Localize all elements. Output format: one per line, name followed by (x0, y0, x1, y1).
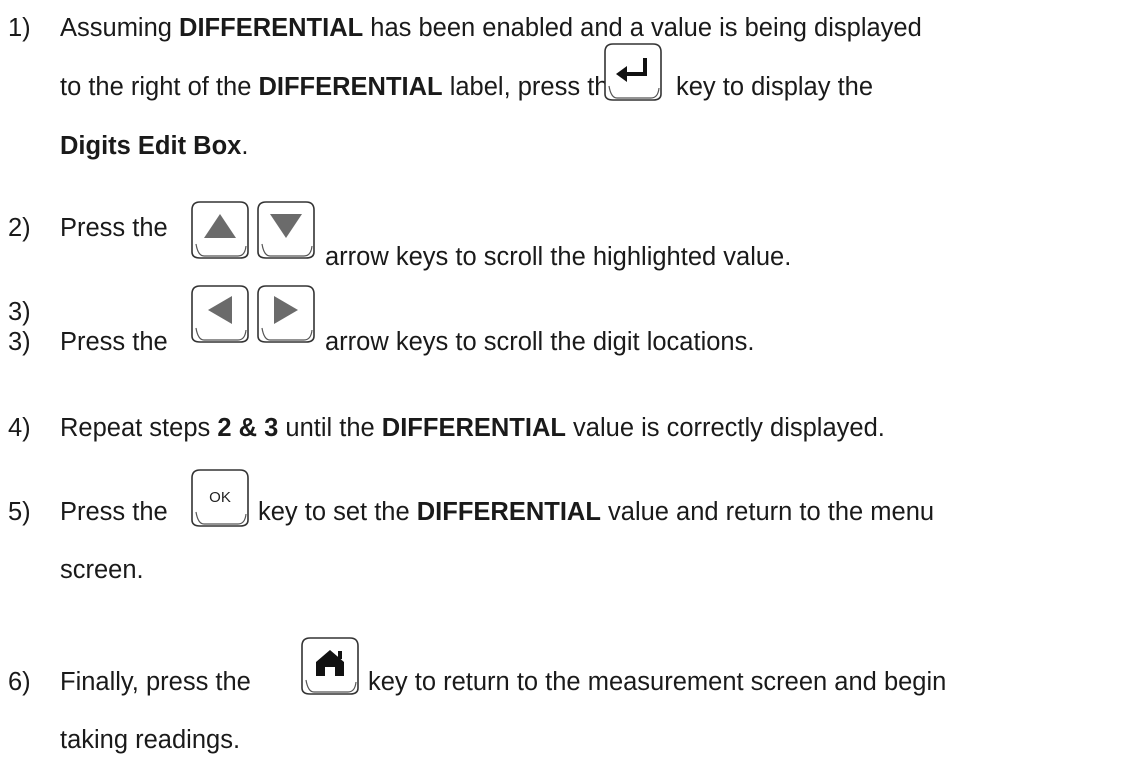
step-text-bold: Digits Edit Box (60, 132, 242, 160)
step-number: 5) (8, 498, 31, 526)
step-text: arrow keys to scroll the digit locations… (325, 328, 755, 356)
ok-key-icon: OK (190, 468, 250, 528)
step-number: 2) (8, 214, 31, 242)
step-5-text: key to set the DIFFERENTIAL value and re… (258, 497, 934, 527)
step-text-bold: DIFFERENTIAL (258, 73, 443, 101)
step-text: to the right of the (60, 73, 259, 101)
down-arrow-key-icon (256, 200, 316, 260)
step-text: Press the (60, 214, 168, 242)
step-text: taking readings. (60, 726, 241, 754)
step-1-line-3: Digits Edit Box. (60, 131, 248, 161)
step-text: value and return to the menu (600, 498, 935, 526)
step-text: until the (278, 414, 382, 442)
step-6-number: 6) (8, 667, 31, 697)
ok-key-label: OK (209, 489, 231, 506)
step-6-press: Finally, press the (60, 667, 251, 697)
step-1-line-2-end: key to display the (676, 72, 873, 102)
enter-key-icon (603, 42, 663, 102)
step-number: 6) (8, 668, 31, 696)
step-text-bold: DIFFERENTIAL (179, 14, 364, 42)
step-6-text: key to return to the measurement screen … (368, 667, 946, 697)
step-text: Finally, press the (60, 668, 251, 696)
step-text: Assuming (60, 14, 180, 42)
step-text: has been enabled and a value is being di… (363, 14, 922, 42)
step-number: 1) (8, 14, 31, 42)
left-arrow-key-icon (190, 284, 250, 344)
step-text: screen. (60, 556, 144, 584)
step-text: key to return to the measurement screen … (368, 668, 947, 696)
step-3-text: arrow keys to scroll the digit locations… (325, 327, 754, 357)
right-arrow-key-icon (256, 284, 316, 344)
home-key-icon (300, 636, 360, 696)
step-text: Repeat steps (60, 414, 218, 442)
step-number: 3) (8, 298, 31, 326)
step-number: 3) (8, 328, 31, 356)
step-text: Press the (60, 328, 168, 356)
instruction-page: 1) Assuming DIFFERENTIAL has been enable… (0, 0, 1146, 778)
step-text: key to set the (258, 498, 417, 526)
step-text: arrow keys to scroll the highlighted val… (325, 243, 792, 271)
step-1-line-2: to the right of the DIFFERENTIAL label, … (60, 72, 623, 102)
up-arrow-key-icon (190, 200, 250, 260)
step-text-bold: 2 & 3 (217, 414, 279, 442)
step-3-press: Press the (60, 327, 168, 357)
step-text: label, press the (442, 73, 623, 101)
step-text-bold: DIFFERENTIAL (416, 498, 601, 526)
step-text: value is correctly displayed. (565, 414, 885, 442)
step-text: . (241, 132, 249, 160)
step-6-line-2: taking readings. (60, 725, 240, 755)
step-2-text: arrow keys to scroll the highlighted val… (325, 242, 791, 272)
step-text-bold: DIFFERENTIAL (381, 414, 566, 442)
step-text: Press the (60, 498, 168, 526)
step-number: 4) (8, 414, 31, 442)
step-text: key to display the (676, 73, 874, 101)
step-5-line-2: screen. (60, 555, 144, 585)
step-5-press: Press the (60, 497, 168, 527)
step-5-number: 5) (8, 497, 31, 527)
step-3-number: 3) (8, 327, 31, 357)
